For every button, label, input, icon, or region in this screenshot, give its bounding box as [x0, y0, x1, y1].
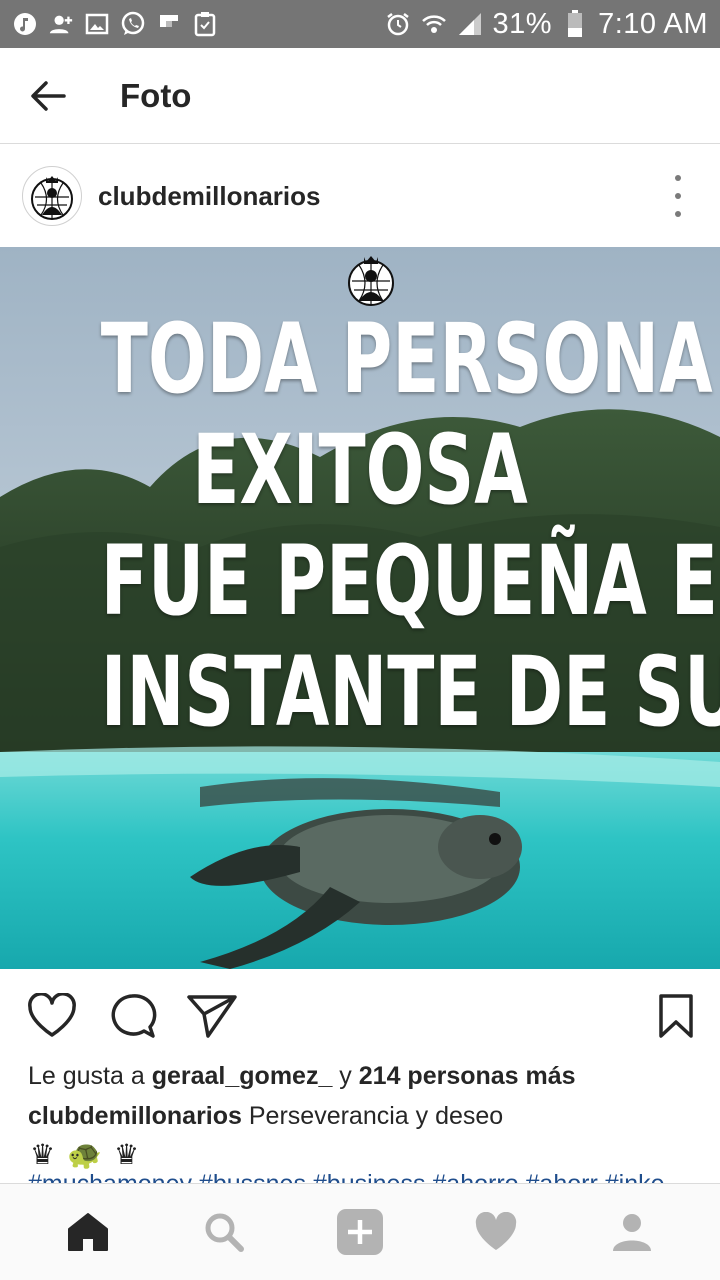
likes-line: Le gusta a geraal_gomez_ y 214 personas …	[28, 1062, 576, 1091]
page-title: Foto	[120, 76, 192, 114]
action-row	[0, 969, 720, 1061]
alarm-icon	[385, 11, 411, 37]
clock: 7:10 AM	[598, 7, 708, 40]
status-left	[12, 11, 218, 37]
clipboard-icon	[192, 11, 218, 37]
save-button[interactable]	[650, 991, 702, 1041]
whatsapp-icon	[120, 11, 146, 37]
caption-line: clubdemillonarios Perseverancia y deseo	[28, 1102, 503, 1131]
nav-new-post[interactable]	[330, 1202, 390, 1262]
add-post-icon	[337, 1209, 383, 1255]
nav-activity[interactable]	[466, 1202, 526, 1262]
likes-middle: y	[332, 1062, 359, 1090]
more-dot-icon	[675, 193, 681, 199]
status-bar: 31% 7:10 AM	[0, 0, 720, 48]
nav-search[interactable]	[194, 1202, 254, 1262]
nav-profile[interactable]	[602, 1202, 662, 1262]
more-dot-icon	[675, 211, 681, 217]
battery-percent: 31%	[492, 7, 553, 40]
bookmark-icon	[659, 994, 693, 1038]
photo-text-line-4: INSTANTE DE SU VIDA	[100, 636, 720, 748]
chess-queen-icon: ♛	[113, 1139, 140, 1170]
likes-count-link[interactable]: 214 personas más	[359, 1062, 576, 1090]
post-photo[interactable]: TODA PERSONA EXITOSA FUE PEQUEÑA EN UN I…	[0, 247, 720, 969]
nav-home[interactable]	[58, 1202, 118, 1262]
like-button[interactable]	[26, 991, 78, 1041]
search-icon	[205, 1213, 244, 1252]
image-icon	[84, 11, 110, 37]
comment-button[interactable]	[106, 991, 158, 1041]
likes-user-link[interactable]: geraal_gomez_	[152, 1062, 333, 1090]
chess-queen-icon: ♛	[30, 1139, 56, 1170]
turtle-icon: 🐢	[67, 1139, 102, 1170]
club-logo-icon	[31, 176, 73, 220]
flipboard-icon	[156, 11, 182, 37]
heart-icon	[475, 1212, 517, 1250]
more-dot-icon	[675, 175, 681, 181]
photo-logo-icon	[346, 249, 396, 307]
heart-icon	[28, 993, 76, 1037]
signal-icon	[457, 11, 483, 37]
photo-text-line-2: EXITOSA	[192, 414, 528, 526]
music-icon	[12, 11, 38, 37]
send-icon	[187, 995, 237, 1038]
add-contact-icon	[48, 11, 74, 37]
post-header: clubdemillonarios	[0, 145, 720, 247]
wifi-icon	[421, 11, 447, 37]
photo-text-line-3: FUE PEQUEÑA EN UN	[100, 525, 720, 637]
profile-icon	[613, 1214, 651, 1251]
app-bar: Foto	[0, 48, 720, 144]
avatar[interactable]	[22, 166, 82, 226]
post-username[interactable]: clubdemillonarios	[98, 181, 321, 212]
arrow-left-icon	[31, 80, 66, 111]
share-button[interactable]	[186, 991, 238, 1041]
caption-emojis: ♛ 🐢 ♛	[30, 1138, 139, 1171]
caption-user-link[interactable]: clubdemillonarios	[28, 1102, 242, 1130]
status-right: 31% 7:10 AM	[385, 8, 708, 41]
back-button[interactable]	[0, 48, 96, 144]
bottom-nav	[0, 1183, 720, 1280]
comment-icon	[111, 994, 157, 1038]
more-options-button[interactable]	[666, 175, 690, 217]
likes-prefix: Le gusta a	[28, 1062, 152, 1090]
home-icon	[68, 1213, 108, 1251]
caption-text: Perseverancia y deseo	[241, 1102, 504, 1130]
photo-text-line-1: TODA PERSONA	[100, 303, 713, 415]
battery-icon	[562, 10, 588, 37]
